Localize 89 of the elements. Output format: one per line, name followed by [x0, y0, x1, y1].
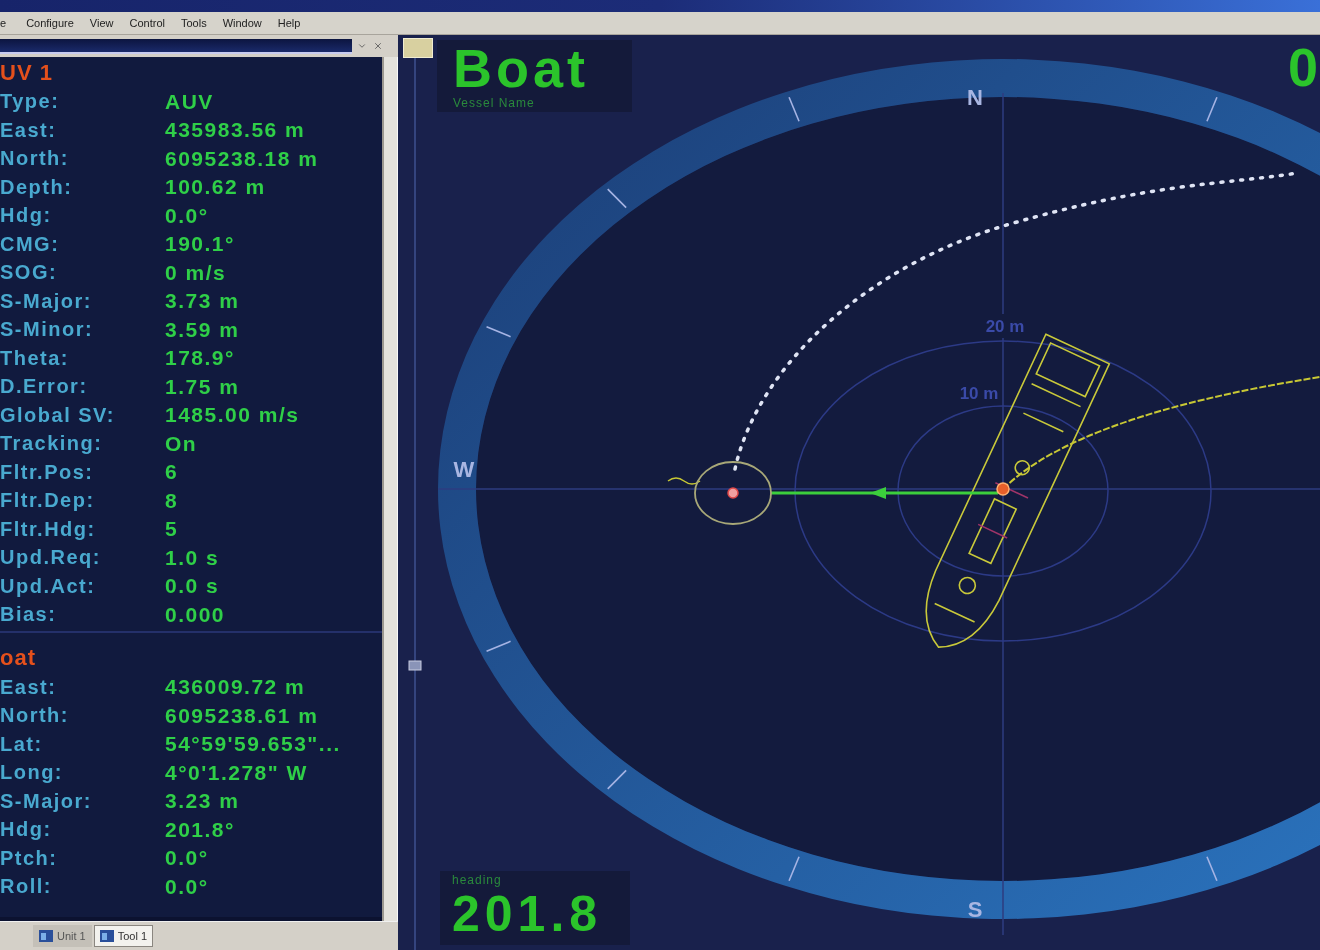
panel-tab[interactable]: Unit 1 [33, 925, 92, 947]
compass-tick [788, 96, 800, 123]
menu-item[interactable]: e [0, 14, 19, 32]
field-label: Hdg: [0, 817, 53, 843]
field-label: East: [0, 674, 58, 700]
window-icon [39, 930, 53, 942]
field-value: 3.73 m [165, 288, 240, 314]
corner-readout: 0 [1287, 39, 1318, 95]
field-label: Ptch: [0, 845, 59, 871]
field-value: 54°59'59.653"... [165, 731, 341, 757]
field-value: 190.1° [165, 231, 235, 257]
menu-item[interactable]: Help [269, 14, 309, 32]
menu-item[interactable]: Control [121, 14, 173, 32]
range-label: 10 m [959, 383, 999, 403]
compass-label: W [453, 456, 475, 482]
menu-item[interactable]: View [81, 14, 122, 32]
field-value: 0.0° [165, 202, 209, 229]
compass-label: N [967, 84, 983, 110]
field-label: Depth: [0, 174, 74, 200]
field-value: 3.23 m [165, 788, 240, 814]
field-value: 436009.72 m [165, 674, 306, 700]
position-dot [996, 482, 1010, 496]
field-label: Fltr.Pos: [0, 459, 95, 485]
field-value: 0.0° [165, 845, 209, 871]
field-value: 0.000 [165, 601, 226, 628]
compass-tick [1206, 855, 1218, 882]
field-label: Theta: [0, 345, 70, 371]
menu-item[interactable]: Configure [18, 14, 82, 32]
field-value: 201.8° [165, 816, 235, 843]
vessel-caption: Vessel Name [453, 96, 536, 110]
window-icon [99, 930, 114, 942]
ruler-handle[interactable] [408, 660, 422, 671]
field-value: 1485.00 m/s [165, 402, 300, 428]
field-label: D.Error: [0, 374, 89, 400]
vessel-name: Boat [453, 40, 590, 96]
field-value: 4°0'1.278" W [165, 759, 308, 786]
field-value: 1.75 m [165, 373, 240, 400]
field-label: Fltr.Hdg: [0, 516, 97, 542]
field-value: 6095238.61 m [165, 702, 319, 729]
panel-tab[interactable]: Tool 1 [93, 925, 154, 947]
field-value: 3.59 m [165, 316, 240, 343]
compass-tick [788, 855, 800, 882]
compass-tick [485, 640, 512, 653]
field-value: 8 [165, 487, 179, 514]
field-value: 100.62 m [165, 174, 266, 200]
section-title: oat [0, 644, 36, 672]
menu-item[interactable]: Window [214, 14, 270, 32]
section-title: UV 1 [0, 58, 53, 87]
field-label: Global SV: [0, 402, 117, 428]
field-label: Long: [0, 760, 65, 786]
field-value: On [165, 430, 198, 457]
field-label: Bias: [0, 602, 58, 628]
field-value: 0.0 s [165, 573, 220, 599]
field-label: Lat: [0, 731, 44, 757]
close-icon [373, 41, 383, 51]
field-label: S-Major: [0, 788, 93, 814]
compass-tick [606, 769, 627, 790]
menu-item[interactable]: Tools [172, 14, 215, 32]
caret-icon [357, 41, 367, 51]
field-value: 435983.56 m [165, 117, 306, 143]
field-label: Upd.Req: [0, 545, 102, 571]
compass-tick [606, 188, 627, 209]
field-value: 0.0° [165, 873, 209, 900]
field-label: Tracking: [0, 431, 104, 457]
field-value: 178.9° [165, 345, 235, 371]
field-value: 1.0 s [165, 544, 220, 571]
field-label: S-Major: [0, 288, 93, 314]
field-label: North: [0, 703, 70, 729]
compass-label: S [967, 896, 983, 922]
field-value: 0 m/s [165, 259, 227, 286]
field-label: CMG: [0, 231, 61, 257]
heading-caption: heading [452, 873, 503, 887]
field-label: Roll: [0, 874, 53, 900]
field-value: 6 [165, 459, 179, 485]
range-label: 20 m [985, 316, 1025, 336]
field-label: Fltr.Dep: [0, 488, 96, 514]
field-label: SOG: [0, 260, 59, 286]
field-value: AUV [165, 88, 214, 115]
heading-value: 201.8 [452, 887, 604, 941]
field-value: 5 [165, 516, 179, 542]
field-label: East: [0, 117, 58, 143]
compass-tick [485, 325, 512, 338]
field-label: Type: [0, 89, 61, 115]
field-label: Upd.Act: [0, 573, 97, 599]
compass-tick [1206, 96, 1218, 123]
field-value: 6095238.18 m [165, 145, 319, 172]
field-label: S-Minor: [0, 317, 95, 343]
field-label: Hdg: [0, 203, 53, 229]
field-label: North: [0, 146, 70, 172]
